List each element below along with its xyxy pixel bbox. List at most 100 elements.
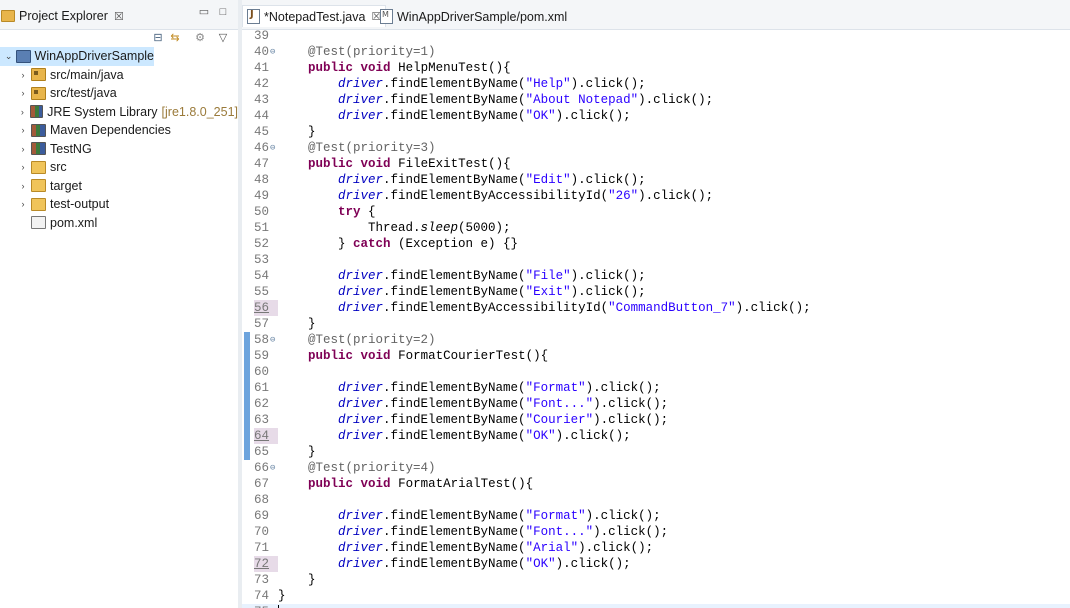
tree-item[interactable]: › JRE System Library [jre1.8.0_251] [0, 103, 238, 122]
filters-icon[interactable]: ⚙ [193, 32, 207, 45]
code-line[interactable]: 60 [242, 364, 1070, 380]
tree-item[interactable]: › src/main/java [0, 66, 238, 85]
line-number: 47 [254, 157, 270, 171]
code-line[interactable]: 48 driver.findElementByName("Edit").clic… [242, 172, 1070, 188]
tree-item[interactable]: › TestNG [0, 140, 238, 159]
tree-item[interactable]: ⌄ WinAppDriverSample [0, 47, 154, 66]
chevron-right-icon[interactable]: › [18, 107, 27, 117]
code-text: driver.findElementByName("Font...").clic… [338, 397, 669, 411]
chevron-right-icon[interactable]: › [18, 88, 28, 98]
code-line[interactable]: 52 } catch (Exception e) {} [242, 236, 1070, 252]
code-line[interactable]: 39 [242, 28, 1070, 44]
code-line[interactable]: 40 ⊖ @Test(priority=1) [242, 44, 1070, 60]
code-line[interactable]: 61 driver.findElementByName("Format").cl… [242, 380, 1070, 396]
code-line[interactable]: 67 public void FormatArialTest(){ [242, 476, 1070, 492]
code-line[interactable]: 46 ⊖ @Test(priority=3) [242, 140, 1070, 156]
code-line[interactable]: 57 } [242, 316, 1070, 332]
tab-pom-xml[interactable]: WinAppDriverSample/pom.xml [376, 6, 571, 27]
fold-toggle-icon[interactable]: ⊖ [270, 332, 275, 348]
link-with-editor-icon[interactable]: ⇆ [168, 32, 182, 45]
code-line[interactable]: 50 try { [242, 204, 1070, 220]
code-line[interactable]: 69 driver.findElementByName("Format").cl… [242, 508, 1070, 524]
project-explorer-icon [1, 10, 15, 22]
chevron-down-icon[interactable]: ⌄ [4, 51, 13, 62]
tree-item[interactable]: › src/test/java [0, 84, 238, 103]
chevron-right-icon[interactable]: › [18, 144, 28, 154]
change-marker [244, 348, 250, 364]
code-line[interactable]: 47 public void FileExitTest(){ [242, 156, 1070, 172]
code-area[interactable]: 39 40 ⊖ @Test(priority=1) 41 public void He… [242, 28, 1070, 608]
tree-item-label: test-output [50, 197, 110, 212]
maximize-icon[interactable]: □ [217, 6, 229, 18]
code-line[interactable]: 71 driver.findElementByName("Arial").cli… [242, 540, 1070, 556]
library-icon [31, 142, 46, 156]
code-line[interactable]: 59 public void FormatCourierTest(){ [242, 348, 1070, 364]
code-line[interactable]: 65 } [242, 444, 1070, 460]
code-line[interactable]: 53 [242, 252, 1070, 268]
tree-item[interactable]: › src [0, 158, 238, 177]
source-folder-icon [31, 68, 46, 82]
tree-item[interactable]: › target [0, 177, 238, 196]
chevron-right-icon[interactable]: › [18, 70, 28, 80]
project-explorer-view: Project Explorer ☒ ▭ □ ⊟ ⇆ ⚙ ▽ ⌄ WinAppDr… [0, 0, 238, 608]
code-line[interactable]: 49 driver.findElementByAccessibilityId("… [242, 188, 1070, 204]
chevron-right-icon[interactable]: › [18, 162, 28, 172]
code-line[interactable]: 51 Thread.sleep(5000); [242, 220, 1070, 236]
tree-item-label: pom.xml [50, 215, 98, 230]
line-number: 72 [254, 556, 278, 572]
fold-toggle-icon[interactable]: ⊖ [270, 460, 275, 476]
line-number: 48 [254, 173, 270, 187]
library-icon [31, 123, 46, 137]
project-explorer-tab[interactable]: Project Explorer ☒ [0, 5, 146, 27]
tab-label: *NotepadTest.java [264, 9, 366, 24]
library-icon [29, 105, 44, 119]
code-line[interactable]: 74} [242, 588, 1070, 604]
code-line[interactable]: 41 public void HelpMenuTest(){ [242, 60, 1070, 76]
code-line[interactable]: 68 [242, 492, 1070, 508]
chevron-right-icon[interactable]: › [18, 125, 28, 135]
tree-item[interactable]: › test-output [0, 195, 238, 214]
line-number: 73 [254, 573, 270, 587]
fold-toggle-icon[interactable]: ⊖ [270, 140, 275, 156]
fold-toggle-icon[interactable]: ⊖ [270, 44, 275, 60]
code-line[interactable]: 54 driver.findElementByName("File").clic… [242, 268, 1070, 284]
line-number: 54 [254, 269, 270, 283]
project-tree: ⌄ WinAppDriverSample › src/main/java › src/te… [0, 47, 238, 232]
code-line[interactable]: 45 } [242, 124, 1070, 140]
chevron-right-icon[interactable]: › [18, 181, 28, 191]
code-text: driver.findElementByName("Edit").click()… [338, 173, 646, 187]
folder-icon [31, 197, 46, 211]
collapse-all-icon[interactable]: ⊟ [151, 32, 165, 45]
code-line[interactable]: 63 driver.findElementByName("Courier").c… [242, 412, 1070, 428]
code-line[interactable]: 70 driver.findElementByName("Font...").c… [242, 524, 1070, 540]
code-line[interactable]: 66 ⊖ @Test(priority=4) [242, 460, 1070, 476]
code-line[interactable]: 43 driver.findElementByName("About Notep… [242, 92, 1070, 108]
code-line[interactable]: 55 driver.findElementByName("Exit").clic… [242, 284, 1070, 300]
code-text: driver.findElementByName("OK").click(); [338, 429, 631, 443]
tree-item[interactable]: pom.xml [0, 214, 238, 233]
source-folder-icon [31, 86, 46, 100]
code-line[interactable]: 72 driver.findElementByName("OK").click(… [242, 556, 1070, 572]
tab-notepadtest-java[interactable]: *NotepadTest.java ☒ [242, 5, 387, 27]
tree-item-label: src [50, 160, 67, 175]
chevron-right-icon[interactable]: › [18, 199, 28, 209]
code-line[interactable]: 58 ⊖ @Test(priority=2) [242, 332, 1070, 348]
tree-item[interactable]: › Maven Dependencies [0, 121, 238, 140]
code-line[interactable]: 42 driver.findElementByName("Help").clic… [242, 76, 1070, 92]
tree-item-label: src/main/java [50, 67, 124, 82]
code-line[interactable]: 56 driver.findElementByAccessibilityId("… [242, 300, 1070, 316]
java-editor: *NotepadTest.java ☒ WinAppDriverSample/p… [242, 0, 1070, 608]
code-line[interactable]: 73 } [242, 572, 1070, 588]
line-number: 57 [254, 317, 270, 331]
code-line[interactable]: 64 driver.findElementByName("OK").click(… [242, 428, 1070, 444]
line-number: 71 [254, 541, 270, 555]
code-line[interactable]: 75 [242, 604, 1070, 608]
view-menu-icon[interactable]: ▽ [216, 32, 230, 45]
close-tab-icon[interactable]: ☒ [114, 10, 124, 23]
tab-label: WinAppDriverSample/pom.xml [397, 9, 568, 24]
code-line[interactable]: 44 driver.findElementByName("OK").click(… [242, 108, 1070, 124]
line-number: 68 [254, 493, 270, 507]
code-line[interactable]: 62 driver.findElementByName("Font...").c… [242, 396, 1070, 412]
minimize-icon[interactable]: ▭ [198, 6, 210, 18]
code-text: } [278, 573, 316, 587]
